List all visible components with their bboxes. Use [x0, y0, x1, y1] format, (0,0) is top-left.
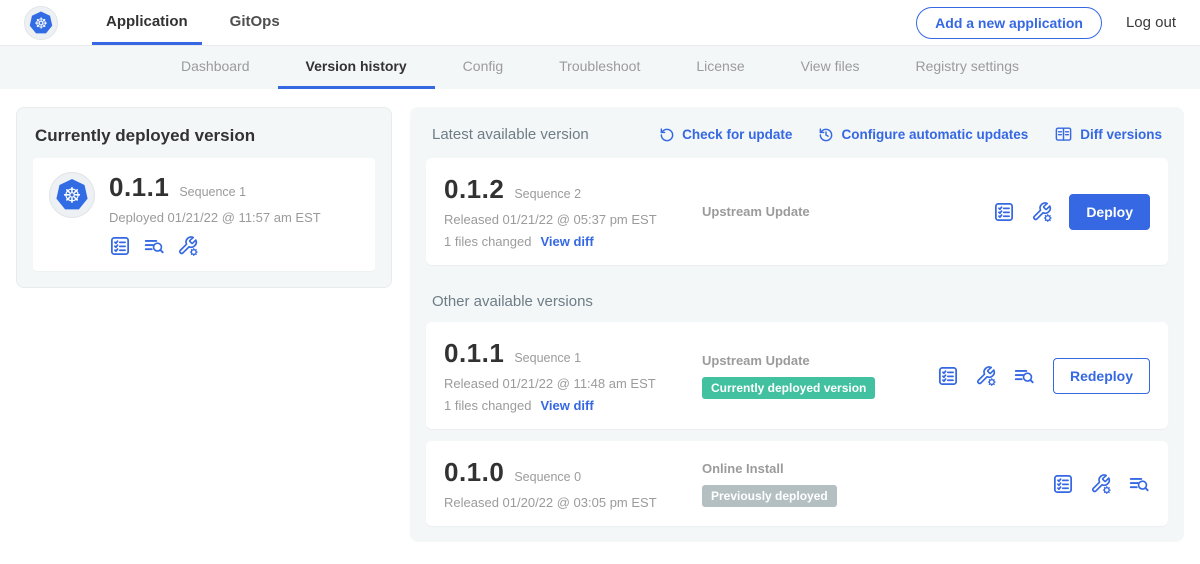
logout-link[interactable]: Log out [1126, 14, 1176, 31]
configure-automatic-updates-label: Configure automatic updates [841, 127, 1028, 142]
released-date: Released 01/21/22 @ 05:37 pm EST [444, 212, 702, 227]
panel-header: Latest available version Check for updat… [432, 125, 1162, 144]
deployed-version-card: 0.1.1 Sequence 1 Deployed 01/21/22 @ 11:… [33, 158, 375, 271]
release-notes-icon[interactable] [1052, 473, 1074, 495]
version-actions [1052, 473, 1150, 495]
main-content: Currently deployed version 0.1.1 Sequenc… [0, 89, 1200, 560]
panel-actions: Check for update Configure automatic upd… [659, 125, 1162, 144]
version-row-0-1-2: 0.1.2 Sequence 2 Released 01/21/22 @ 05:… [426, 158, 1168, 265]
released-date: Released 01/20/22 @ 03:05 pm EST [444, 495, 702, 510]
tab-gitops[interactable]: GitOps [216, 0, 294, 45]
sequence-label: Sequence 1 [514, 351, 581, 365]
version-actions: Redeploy [937, 358, 1150, 394]
release-notes-icon[interactable] [993, 201, 1015, 223]
refresh-icon [659, 127, 675, 143]
version-history-panel: Latest available version Check for updat… [410, 107, 1184, 542]
view-diff-link[interactable]: View diff [540, 398, 593, 413]
deployed-card-title: Currently deployed version [35, 126, 373, 146]
kubernetes-logo-icon [24, 6, 58, 40]
logs-icon[interactable] [1128, 473, 1150, 495]
released-date: Released 01/21/22 @ 11:48 am EST [444, 376, 702, 391]
topbar-actions: Add a new application Log out [916, 0, 1176, 45]
version-source: Upstream Update [702, 204, 993, 219]
view-diff-link[interactable]: View diff [540, 234, 593, 249]
check-for-update-label: Check for update [682, 127, 792, 142]
version-info: 0.1.1 Sequence 1 Released 01/21/22 @ 11:… [444, 338, 702, 413]
files-changed-label: 1 files changed [444, 234, 531, 249]
version-number: 0.1.1 [444, 338, 504, 369]
section-nav: Dashboard Version history Config Trouble… [0, 46, 1200, 89]
deployed-version-number: 0.1.1 [109, 172, 169, 203]
diff-versions-label: Diff versions [1080, 127, 1162, 142]
version-source: Upstream Update Currently deployed versi… [702, 353, 937, 399]
version-row-0-1-1: 0.1.1 Sequence 1 Released 01/21/22 @ 11:… [426, 322, 1168, 429]
check-for-update-link[interactable]: Check for update [659, 127, 792, 143]
deployed-date: Deployed 01/21/22 @ 11:57 am EST [109, 210, 321, 225]
app-icon [49, 172, 95, 218]
version-actions: Deploy [993, 194, 1150, 230]
diff-versions-icon [1054, 125, 1073, 144]
nav-item-registry-settings[interactable]: Registry settings [888, 46, 1047, 89]
auto-update-icon [818, 127, 834, 143]
tab-application-label: Application [106, 13, 188, 30]
deployed-sequence-label: Sequence 1 [179, 185, 246, 199]
deployed-version-info: 0.1.1 Sequence 1 Deployed 01/21/22 @ 11:… [109, 172, 321, 257]
add-application-button[interactable]: Add a new application [916, 7, 1102, 39]
version-row-0-1-0: 0.1.0 Sequence 0 Released 01/20/22 @ 03:… [426, 441, 1168, 526]
kubernetes-helm-icon [28, 10, 54, 36]
logs-icon[interactable] [143, 235, 165, 257]
deployed-actions [109, 235, 321, 257]
nav-item-license[interactable]: License [668, 46, 772, 89]
config-icon[interactable] [1031, 201, 1053, 223]
kubernetes-helm-icon [54, 177, 90, 213]
nav-item-config[interactable]: Config [435, 46, 531, 89]
release-notes-icon[interactable] [109, 235, 131, 257]
sequence-label: Sequence 2 [514, 187, 581, 201]
currently-deployed-card: Currently deployed version 0.1.1 Sequenc… [16, 107, 392, 288]
previously-deployed-badge: Previously deployed [702, 485, 837, 507]
release-notes-icon[interactable] [937, 365, 959, 387]
kots-admin-console: Application GitOps Add a new application… [0, 0, 1200, 564]
tab-gitops-label: GitOps [230, 13, 280, 30]
version-source: Online Install Previously deployed [702, 461, 1052, 507]
diff-versions-link[interactable]: Diff versions [1054, 125, 1162, 144]
logs-icon[interactable] [1013, 365, 1035, 387]
nav-item-version-history[interactable]: Version history [278, 46, 435, 89]
version-info: 0.1.2 Sequence 2 Released 01/21/22 @ 05:… [444, 174, 702, 249]
top-bar: Application GitOps Add a new application… [0, 0, 1200, 46]
version-number: 0.1.2 [444, 174, 504, 205]
tab-application[interactable]: Application [92, 0, 202, 45]
version-info: 0.1.0 Sequence 0 Released 01/20/22 @ 03:… [444, 457, 702, 510]
latest-version-title: Latest available version [432, 126, 589, 143]
source-label: Upstream Update [702, 353, 937, 368]
configure-automatic-updates-link[interactable]: Configure automatic updates [818, 127, 1028, 143]
app-tabs: Application GitOps [92, 0, 294, 45]
files-changed-label: 1 files changed [444, 398, 531, 413]
config-icon[interactable] [1090, 473, 1112, 495]
sequence-label: Sequence 0 [514, 470, 581, 484]
other-versions-title: Other available versions [432, 293, 1162, 310]
nav-item-view-files[interactable]: View files [773, 46, 888, 89]
version-number: 0.1.0 [444, 457, 504, 488]
nav-item-troubleshoot[interactable]: Troubleshoot [531, 46, 668, 89]
redeploy-button[interactable]: Redeploy [1053, 358, 1150, 394]
deploy-button[interactable]: Deploy [1069, 194, 1150, 230]
config-icon[interactable] [975, 365, 997, 387]
currently-deployed-badge: Currently deployed version [702, 377, 875, 399]
source-label: Online Install [702, 461, 1052, 476]
source-label: Upstream Update [702, 204, 993, 219]
nav-item-dashboard[interactable]: Dashboard [153, 46, 278, 89]
config-icon[interactable] [177, 235, 199, 257]
